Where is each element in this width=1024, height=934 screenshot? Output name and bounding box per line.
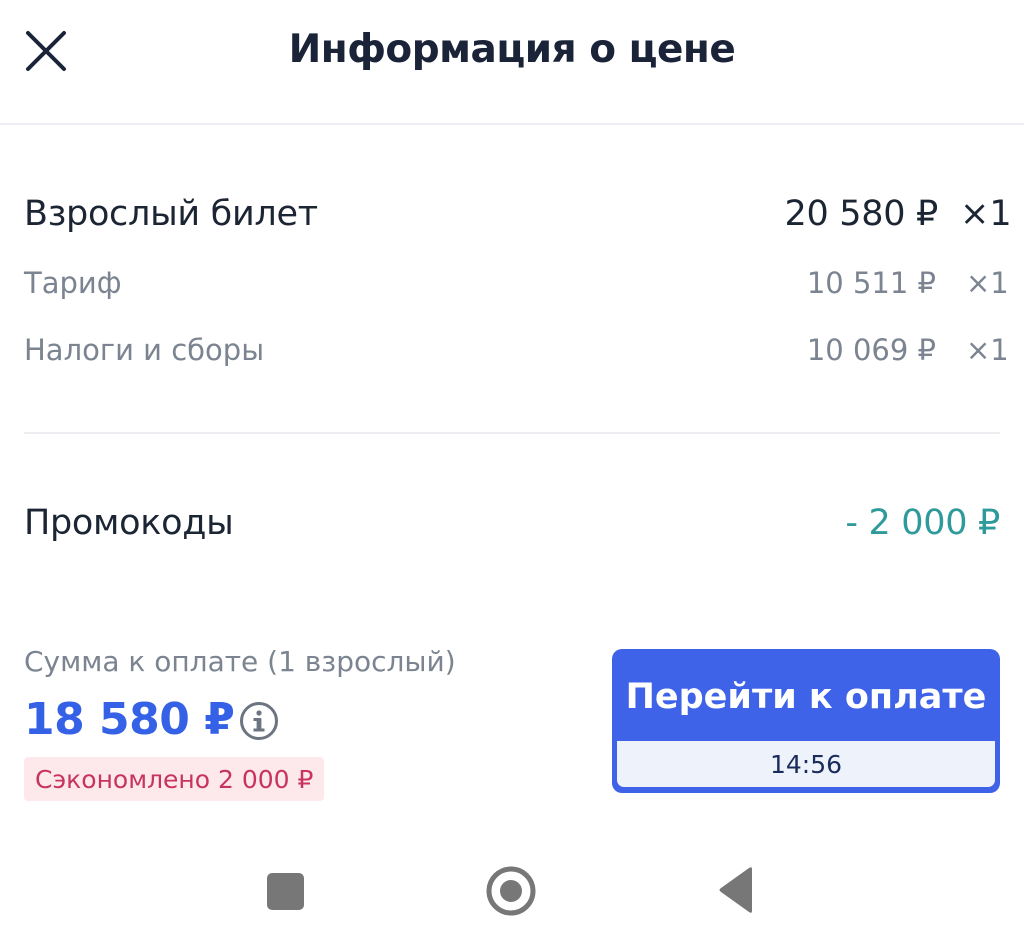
ticket-row: Взрослый билет 20 580 ₽ ×1 bbox=[24, 188, 1012, 240]
taxes-row: Налоги и сборы 10 069 ₽ ×1 bbox=[24, 330, 1009, 370]
info-icon[interactable] bbox=[239, 701, 279, 741]
price-info-screen: Информация о цене Взрослый билет 20 580 … bbox=[0, 0, 1024, 934]
total-value: 18 580 ₽ bbox=[24, 694, 235, 745]
savings-badge: Сэкономлено 2 000 ₽ bbox=[24, 757, 325, 801]
ticket-price: 20 580 ₽ bbox=[784, 194, 939, 234]
taxes-label: Налоги и сборы bbox=[24, 333, 265, 367]
promo-label: Промокоды bbox=[24, 503, 234, 543]
go-to-payment-label: Перейти к оплате bbox=[625, 677, 987, 717]
back-icon[interactable] bbox=[718, 866, 754, 914]
ticket-qty: ×1 bbox=[960, 194, 1012, 234]
tariff-label: Тариф bbox=[24, 266, 122, 300]
savings-text: Сэкономлено 2 000 ₽ bbox=[35, 764, 314, 794]
tariff-qty: ×1 bbox=[966, 266, 1009, 300]
promo-row[interactable]: Промокоды - 2 000 ₽ bbox=[24, 497, 1000, 549]
tariff-row: Тариф 10 511 ₽ ×1 bbox=[24, 263, 1009, 303]
go-to-payment-button[interactable]: Перейти к оплате 14:56 bbox=[612, 649, 1000, 793]
promo-value: - 2 000 ₽ bbox=[845, 503, 1000, 543]
section-divider bbox=[24, 432, 1000, 434]
recent-apps-icon[interactable] bbox=[267, 873, 304, 910]
home-icon[interactable] bbox=[486, 866, 536, 916]
page-title: Информация о цене bbox=[288, 27, 736, 72]
payment-timer: 14:56 bbox=[617, 741, 995, 787]
taxes-qty: ×1 bbox=[966, 333, 1009, 367]
tariff-price: 10 511 ₽ bbox=[806, 266, 936, 300]
header-divider bbox=[0, 123, 1024, 125]
ticket-label: Взрослый билет bbox=[24, 194, 318, 234]
total-label: Сумма к оплате (1 взрослый) bbox=[24, 645, 456, 678]
taxes-price: 10 069 ₽ bbox=[806, 333, 936, 367]
